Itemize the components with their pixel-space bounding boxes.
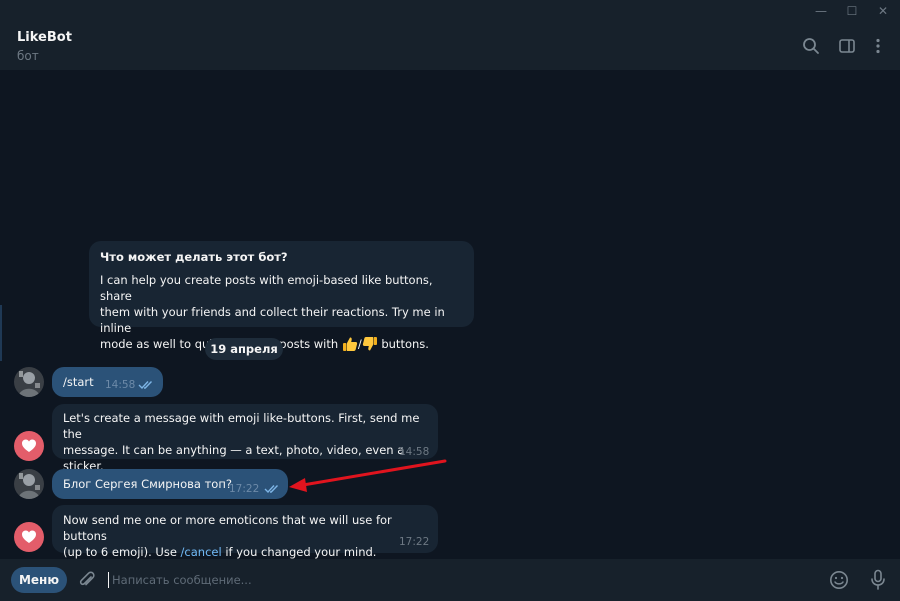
- bot-avatar[interactable]: [14, 431, 44, 461]
- text-cursor: [108, 572, 109, 588]
- message-text: /start: [63, 375, 94, 389]
- annotation-arrow-icon: [289, 459, 447, 492]
- message-bubble-incoming[interactable]: Now send me one or more emoticons that w…: [52, 505, 438, 559]
- message-time: 17:22: [399, 536, 430, 548]
- message-bubble-outgoing[interactable]: /start 14:58: [52, 367, 163, 397]
- message-input[interactable]: [112, 570, 812, 590]
- bot-avatar[interactable]: [14, 522, 44, 552]
- more-vertical-icon[interactable]: [866, 34, 890, 58]
- user-avatar[interactable]: [14, 469, 44, 499]
- read-checkmarks-icon: [264, 482, 280, 498]
- window-titlebar: — ☐ ✕: [0, 0, 900, 22]
- cancel-command-link[interactable]: /cancel: [181, 545, 222, 559]
- paperclip-icon[interactable]: [75, 568, 99, 592]
- chat-title: LikeBot: [17, 30, 72, 45]
- sidebar-toggle-icon[interactable]: [835, 34, 859, 58]
- maximize-button[interactable]: ☐: [835, 0, 869, 22]
- bot-description-line: them with your friends and collect their…: [100, 305, 445, 335]
- chat-subtitle: бот: [17, 49, 39, 63]
- user-avatar[interactable]: [14, 367, 44, 397]
- chat-header[interactable]: LikeBot бот: [0, 22, 900, 70]
- bot-description-text: buttons.: [377, 337, 429, 351]
- message-text-part: (up to 6 emoji). Use: [63, 545, 181, 559]
- message-time: 14:58: [105, 379, 136, 391]
- microphone-icon[interactable]: [866, 568, 890, 592]
- thumbs-up-icon: [342, 336, 358, 352]
- minimize-button[interactable]: —: [804, 0, 838, 22]
- bot-description-body: I can help you create posts with emoji-b…: [100, 272, 463, 352]
- message-text-part: if you changed your mind.: [221, 545, 377, 559]
- message-bubble-outgoing[interactable]: Блог Сергея Смирнова топ? 17:22: [52, 469, 288, 499]
- bot-menu-button[interactable]: Меню: [11, 567, 67, 593]
- close-window-button[interactable]: ✕: [866, 0, 900, 22]
- read-checkmarks-icon: [138, 378, 154, 394]
- bot-description-card: Что может делать этот бот? I can help yo…: [89, 241, 474, 351]
- message-composer: Меню: [0, 559, 900, 601]
- scroll-indicator: [0, 305, 2, 361]
- search-icon[interactable]: [799, 34, 823, 58]
- bot-description-line: I can help you create posts with emoji-b…: [100, 273, 433, 303]
- message-line: Now send me one or more emoticons that w…: [63, 513, 392, 543]
- message-text: Блог Сергея Смирнова топ?: [63, 477, 232, 491]
- message-line: (up to 6 emoji). Use /cancel if you chan…: [63, 544, 438, 560]
- message-line: Let's create a message with emoji like-b…: [63, 411, 420, 441]
- bot-description-title: Что может делать этот бот?: [100, 250, 288, 264]
- thumbs-down-icon: [362, 336, 378, 352]
- message-bubble-incoming[interactable]: Let's create a message with emoji like-b…: [52, 404, 438, 473]
- message-text: Now send me one or more emoticons that w…: [63, 512, 438, 560]
- emoji-icon[interactable]: [827, 568, 851, 592]
- date-divider: 19 апреля: [205, 338, 283, 360]
- message-time: 17:22: [229, 483, 260, 495]
